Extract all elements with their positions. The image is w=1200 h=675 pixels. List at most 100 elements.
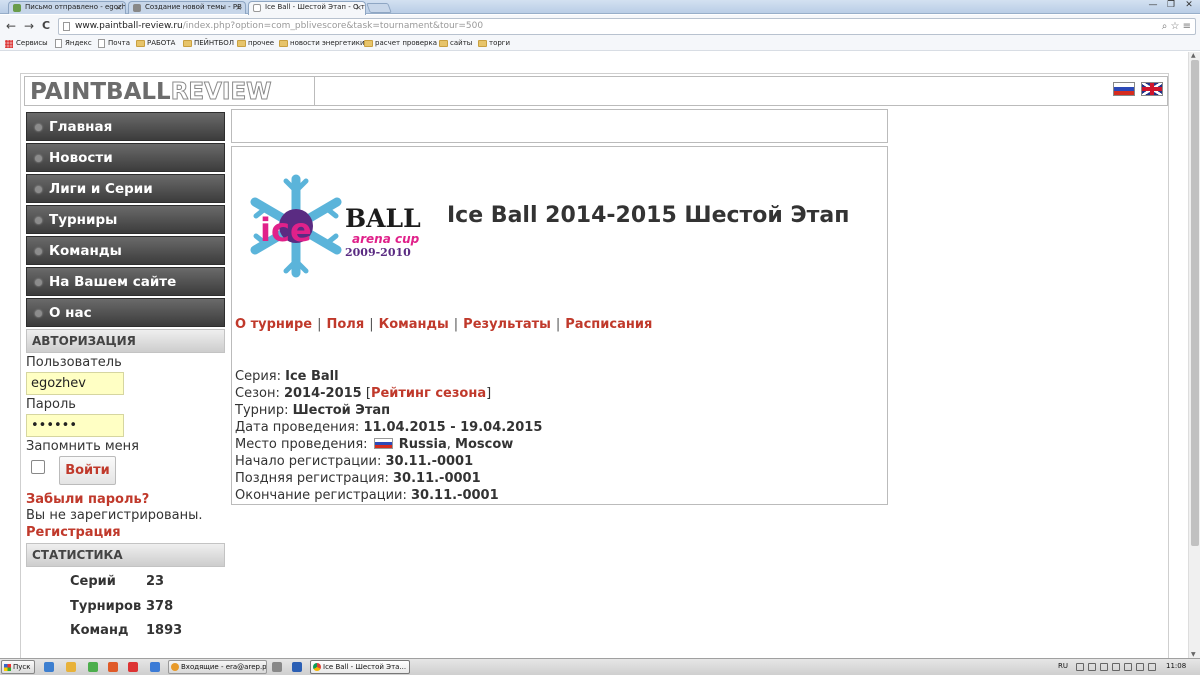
windows-logo-icon — [4, 664, 11, 671]
bookmark-work[interactable]: РАБОТА — [136, 37, 175, 50]
menu-item-about[interactable]: О нас — [26, 298, 225, 327]
app-icon[interactable] — [150, 662, 160, 672]
bookmark-calc[interactable]: расчет проверка — [364, 37, 437, 50]
bookmark-label: Почта — [108, 39, 131, 47]
close-icon[interactable]: × — [355, 2, 362, 13]
folder-icon[interactable] — [66, 662, 76, 672]
word-icon[interactable] — [292, 662, 302, 672]
tab-teams[interactable]: Команды — [379, 317, 449, 332]
yandex-icon[interactable] — [128, 662, 138, 672]
scroll-down-icon[interactable]: ▼ — [1191, 651, 1196, 658]
tray-icon[interactable] — [1112, 663, 1120, 671]
bookmark-energy-news[interactable]: новости энергетики — [279, 37, 365, 50]
menu-item-teams[interactable]: Команды — [26, 236, 225, 265]
browser-tab-2[interactable]: Создание новой темы - PB × — [128, 1, 246, 14]
scroll-up-icon[interactable]: ▲ — [1191, 52, 1196, 59]
login-button[interactable]: Войти — [59, 456, 116, 485]
task-chrome[interactable]: Ice Ball - Шестой Эта... — [310, 660, 410, 674]
folder-icon — [237, 40, 246, 47]
bookmark-tenders[interactable]: торги — [478, 37, 510, 50]
taskbar: Пуск Входящие - era@arep.p... Ice Ball -… — [0, 658, 1200, 675]
stats-table: Серий 23 Турниров 378 Команд 1893 — [26, 571, 225, 645]
apps-icon — [5, 40, 13, 48]
tray-icon[interactable] — [1100, 663, 1108, 671]
bookmark-yandex[interactable]: Яндекс — [54, 37, 92, 50]
menu-item-home[interactable]: Главная — [26, 112, 225, 141]
menu-item-leagues[interactable]: Лиги и Серии — [26, 174, 225, 203]
english-flag-icon[interactable] — [1141, 82, 1163, 96]
browser-toolbar: ← → C www.paintball-review.ru/index.php?… — [0, 15, 1200, 37]
forgot-password-link[interactable]: Забыли пароль? — [26, 491, 225, 508]
close-icon[interactable]: × — [235, 2, 242, 13]
bookmark-mail[interactable]: Почта — [97, 37, 130, 50]
app-icon[interactable] — [272, 662, 282, 672]
tab-about[interactable]: О турнире — [235, 317, 312, 332]
firefox-icon[interactable] — [108, 662, 118, 672]
network-icon[interactable] — [1136, 663, 1144, 671]
password-label: Пароль — [26, 397, 76, 412]
tray-icon[interactable] — [1088, 663, 1096, 671]
back-button[interactable]: ← — [6, 19, 16, 33]
detail-tournament: Турнир: Шестой Этап — [235, 402, 542, 419]
bookmark-misc[interactable]: прочее — [237, 37, 274, 50]
detail-value: 30.11.-0001 — [385, 454, 474, 469]
site-logo[interactable]: PAINTBALLREVIEW — [30, 79, 272, 106]
volume-icon[interactable] — [1148, 663, 1156, 671]
remember-checkbox[interactable] — [31, 460, 45, 474]
detail-label: Окончание регистрации: — [235, 488, 411, 503]
tab-separator: | — [453, 317, 459, 332]
bookmark-paintball[interactable]: ПЕЙНТБОЛ — [183, 37, 234, 50]
tab-results[interactable]: Результаты — [463, 317, 551, 332]
username-input[interactable] — [26, 372, 124, 395]
tray-icon[interactable] — [1124, 663, 1132, 671]
tournament-logo: ice BALL arena cup 2009-2010 — [250, 174, 421, 278]
close-window-button[interactable]: ✕ — [1182, 0, 1196, 10]
maximize-button[interactable]: ❐ — [1164, 0, 1178, 10]
detail-sep: , — [446, 437, 456, 452]
browser-tab-bar: Письмо отправлено - egozh × Создание нов… — [0, 0, 1200, 15]
tab-title: Письмо отправлено - egozh — [25, 3, 126, 11]
folder-icon — [279, 40, 288, 47]
language-indicator[interactable]: RU — [1058, 659, 1068, 674]
tray-icon[interactable] — [1076, 663, 1084, 671]
tab-fields[interactable]: Поля — [327, 317, 365, 332]
bookmark-apps[interactable]: Сервисы — [5, 37, 48, 50]
russian-flag-icon[interactable] — [1113, 82, 1135, 96]
menu-item-news[interactable]: Новости — [26, 143, 225, 172]
scrollbar-thumb[interactable] — [1191, 60, 1199, 546]
detail-label: Серия: — [235, 369, 286, 384]
bookmark-label: Яндекс — [65, 39, 92, 47]
forward-button[interactable]: → — [24, 19, 34, 33]
task-outlook[interactable]: Входящие - era@arep.p... — [168, 660, 267, 674]
close-icon[interactable]: × — [115, 2, 122, 13]
folder-icon — [364, 40, 373, 47]
bullet-icon — [35, 279, 42, 286]
tab-separator: | — [317, 317, 322, 332]
register-link[interactable]: Регистрация — [26, 524, 225, 541]
stat-value: 1893 — [146, 623, 183, 638]
app-icon[interactable] — [88, 662, 98, 672]
detail-city: Moscow — [455, 437, 514, 452]
logo-part-1: PAINTBALL — [30, 79, 171, 105]
minimize-button[interactable]: — — [1146, 0, 1160, 10]
page-scrollbar[interactable]: ▲ ▼ — [1188, 52, 1200, 658]
address-bar[interactable]: www.paintball-review.ru/index.php?option… — [58, 18, 1196, 35]
reload-button[interactable]: C — [42, 19, 50, 33]
new-tab-button[interactable] — [366, 3, 392, 13]
explorer-icon[interactable] — [44, 662, 54, 672]
menu-label: На Вашем сайте — [49, 274, 177, 290]
start-button[interactable]: Пуск — [1, 660, 35, 674]
menu-item-tournaments[interactable]: Турниры — [26, 205, 225, 234]
season-rating-link[interactable]: Рейтинг сезона — [371, 386, 486, 401]
menu-item-on-your-site[interactable]: На Вашем сайте — [26, 267, 225, 296]
tournament-tabs: О турнире | Поля | Команды | Результаты | Распис… — [235, 317, 652, 332]
bookmark-sites[interactable]: сайты — [439, 37, 472, 50]
url-action-icons[interactable]: ⌕ ☆ ≡ — [1162, 19, 1191, 34]
clock[interactable]: 11:08 — [1166, 659, 1186, 674]
detail-place: Место проведения: Russia, Moscow — [235, 436, 542, 453]
browser-tab-1[interactable]: Письмо отправлено - egozh × — [8, 1, 126, 14]
detail-dates: Дата проведения: 11.04.2015 - 19.04.2015 — [235, 419, 542, 436]
browser-tab-3[interactable]: Ice Ball - Шестой Этап - О т × — [248, 1, 366, 15]
tab-schedules[interactable]: Расписания — [565, 317, 652, 332]
password-input[interactable] — [26, 414, 124, 437]
